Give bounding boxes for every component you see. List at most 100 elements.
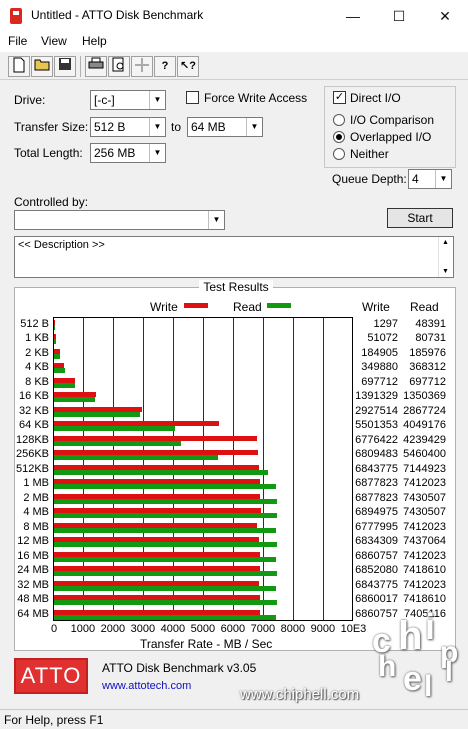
write-value: 51072 [367, 332, 398, 345]
total-length-value: 256 MB [94, 146, 136, 160]
x-tick-label: 2000 [100, 623, 126, 635]
legend-write-swatch [184, 303, 208, 308]
write-value: 6860017 [355, 593, 398, 606]
io-comparison-radio[interactable] [333, 114, 345, 126]
transfer-size-label: 64 KB [19, 419, 49, 432]
read-bar [54, 585, 277, 591]
x-tick-label: 9000 [310, 623, 336, 635]
x-axis-title: Transfer Rate - MB / Sec [140, 637, 273, 651]
x-tick-label: 6000 [220, 623, 246, 635]
transfer-size-label: 8 MB [23, 520, 49, 533]
watermark-letter: h [378, 650, 397, 683]
transfer-size-label: 1 MB [23, 477, 49, 490]
transfer-size-label: 256KB [15, 448, 49, 461]
total-length-select[interactable]: 256 MB ▼ [90, 143, 166, 163]
open-icon[interactable] [31, 56, 53, 77]
legend-write-label: Write [150, 300, 178, 314]
transfer-size-label: 4 KB [25, 361, 49, 374]
legend-read-label: Read [233, 300, 262, 314]
force-write-checkbox[interactable] [186, 91, 199, 104]
scroll-up-icon[interactable]: ▲ [442, 239, 449, 246]
read-value: 48391 [415, 318, 446, 330]
menu-view[interactable]: View [41, 34, 67, 48]
read-bar [54, 440, 182, 446]
status-bar: For Help, press F1 [0, 709, 468, 729]
write-value: 5501353 [355, 419, 398, 432]
write-value: 6877823 [355, 477, 398, 490]
x-tick-label: 8000 [280, 623, 306, 635]
write-value: 6860757 [355, 607, 398, 620]
write-value: 184905 [361, 346, 398, 359]
to-label: to [171, 120, 182, 134]
transfer-size-label: 12 MB [17, 535, 49, 548]
toolbar: ? ↖? [0, 52, 468, 80]
chevron-down-icon: ▼ [149, 91, 165, 109]
read-bar [54, 397, 95, 403]
save-icon[interactable] [54, 56, 76, 77]
read-bar [54, 426, 176, 432]
start-button[interactable]: Start [387, 208, 453, 228]
x-tick-label: 0 [51, 623, 58, 635]
new-icon[interactable] [8, 56, 30, 77]
close-button[interactable]: ✕ [422, 0, 468, 32]
queue-depth-value: 4 [412, 172, 419, 186]
context-help-icon[interactable]: ↖? [177, 56, 199, 77]
chevron-down-icon: ▼ [149, 118, 165, 136]
read-value: 1350369 [403, 390, 446, 403]
read-bar [54, 339, 57, 345]
print-icon[interactable] [85, 56, 107, 77]
legend-read-swatch [267, 303, 291, 308]
move-icon[interactable] [131, 56, 153, 77]
read-value: 4049176 [403, 419, 446, 432]
direct-io-checkbox[interactable]: ✓ [333, 91, 346, 104]
atto-logo: ATTO [14, 658, 88, 694]
write-value: 6834309 [355, 535, 398, 548]
write-value: 6776422 [355, 433, 398, 446]
description-scrollbar[interactable]: ▲ ▼ [438, 237, 453, 277]
overlapped-io-radio[interactable] [333, 131, 345, 143]
x-tick-label: 10E3 [340, 623, 367, 635]
scroll-down-icon[interactable]: ▼ [442, 268, 449, 275]
drive-label: Drive: [14, 93, 46, 107]
write-value: 6777995 [355, 520, 398, 533]
read-value: 80731 [415, 332, 446, 345]
transfer-size-label: 2 MB [23, 491, 49, 504]
watermark-letter: h [398, 614, 423, 658]
transfer-size-label: 512KB [15, 462, 49, 475]
write-value: 6843775 [355, 462, 398, 475]
controlled-by-select[interactable]: ▼ [14, 210, 225, 230]
watermark-letter: l [445, 656, 453, 687]
drive-value: [-c-] [94, 93, 115, 107]
app-version: ATTO Disk Benchmark v3.05 [102, 661, 257, 675]
transfer-size-label: 512 B [20, 318, 49, 330]
queue-depth-select[interactable]: 4 ▼ [408, 169, 452, 189]
chevron-down-icon: ▼ [435, 170, 451, 188]
neither-label: Neither [350, 147, 389, 161]
transfer-to-select[interactable]: 64 MB ▼ [187, 117, 263, 137]
read-value: 697712 [409, 375, 446, 388]
help-icon[interactable]: ? [154, 56, 176, 77]
transfer-size-label: 2 KB [25, 346, 49, 359]
transfer-from-select[interactable]: 512 B ▼ [90, 117, 166, 137]
neither-radio[interactable] [333, 148, 345, 160]
x-tick-label: 1000 [70, 623, 96, 635]
write-value: 6877823 [355, 491, 398, 504]
maximize-button[interactable]: ☐ [376, 0, 422, 32]
read-value: 2867724 [403, 404, 446, 417]
drive-select[interactable]: [-c-] ▼ [90, 90, 166, 110]
read-bar [54, 614, 277, 620]
write-value: 697712 [361, 375, 398, 388]
read-value: 7412023 [403, 520, 446, 533]
menu-help[interactable]: Help [82, 34, 107, 48]
minimize-button[interactable]: — [330, 0, 376, 32]
direct-io-label: Direct I/O [350, 91, 401, 105]
website-link[interactable]: www.attotech.com [102, 680, 191, 692]
status-text: For Help, press F1 [4, 713, 104, 727]
io-comparison-label: I/O Comparison [350, 113, 435, 127]
transfer-to-value: 64 MB [191, 120, 226, 134]
menu-file[interactable]: File [8, 34, 27, 48]
read-bar [54, 368, 66, 374]
print-preview-icon[interactable] [108, 56, 130, 77]
description-box[interactable]: << Description >> ▲ ▼ [14, 236, 454, 278]
write-value: 349880 [361, 361, 398, 374]
